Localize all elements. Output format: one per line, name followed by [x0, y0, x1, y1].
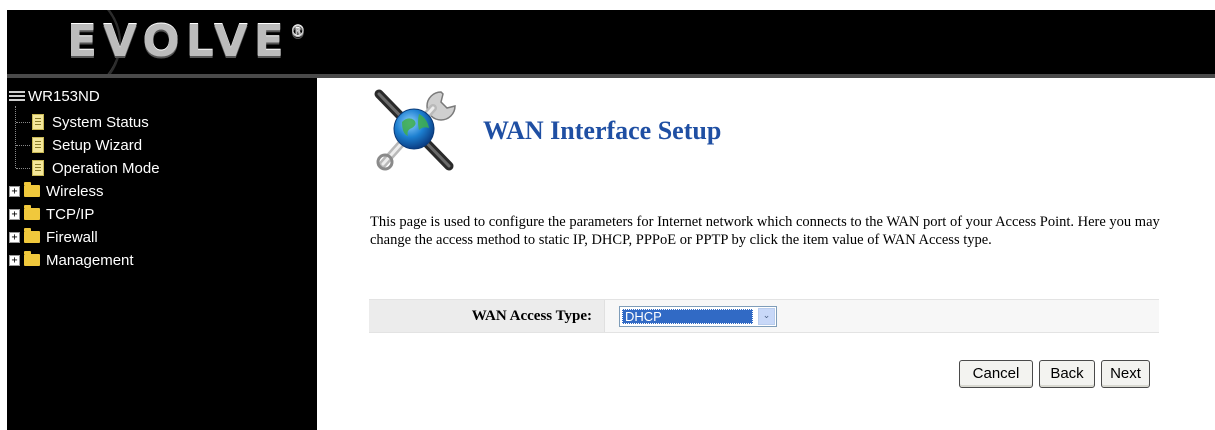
wan-access-type-label: WAN Access Type:	[471, 308, 592, 324]
main-content: WAN Interface Setup This page is used to…	[317, 78, 1215, 430]
expand-plus-icon[interactable]: +	[9, 185, 20, 197]
expand-plus-icon[interactable]: +	[9, 208, 20, 220]
top-margin	[0, 0, 1215, 10]
folder-icon	[24, 228, 40, 243]
sidebar-item-label: Wireless	[46, 182, 104, 200]
chevron-down-icon[interactable]: ⌄	[758, 308, 775, 325]
folder-icon	[24, 182, 40, 197]
tree-root-label: WR153ND	[28, 87, 100, 105]
wan-access-type-selected-value: DHCP	[622, 309, 753, 324]
cancel-button[interactable]: Cancel	[959, 360, 1033, 388]
expand-plus-icon[interactable]: +	[9, 254, 20, 266]
sidebar-item-tcpip[interactable]: + TCP/IP	[9, 204, 94, 224]
page-icon	[32, 160, 44, 176]
wan-access-type-select[interactable]: DHCP ⌄	[619, 306, 777, 327]
sidebar-item-management[interactable]: + Management	[9, 250, 134, 270]
header-banner: EVOLVE®	[7, 10, 1215, 74]
page-description: This page is used to configure the param…	[370, 214, 1160, 248]
expand-plus-icon[interactable]: +	[9, 231, 20, 243]
tree-connector	[16, 121, 30, 123]
page-title: WAN Interface Setup	[483, 116, 722, 145]
tree-root-wr153nd[interactable]: WR153ND	[9, 86, 100, 106]
sidebar-item-setup-wizard[interactable]: Setup Wizard	[16, 135, 142, 155]
sidebar-item-system-status[interactable]: System Status	[16, 112, 149, 132]
sidebar-item-label: TCP/IP	[46, 205, 95, 223]
wan-access-type-row: WAN Access Type: DHCP ⌄	[369, 299, 1159, 333]
sidebar-item-label: Firewall	[46, 228, 98, 246]
sidebar-item-label: Operation Mode	[52, 159, 160, 177]
sidebar-item-label: Management	[46, 251, 134, 269]
wrench-screwdriver-globe-icon	[374, 89, 456, 171]
registered-mark: ®	[289, 22, 306, 41]
folder-icon	[24, 205, 40, 220]
page-icon	[32, 137, 44, 153]
page-icon	[32, 114, 44, 130]
router-icon	[9, 90, 25, 102]
evolve-logo: EVOLVE®	[67, 16, 306, 67]
next-button[interactable]: Next	[1101, 360, 1150, 388]
folder-icon	[24, 251, 40, 266]
tree-connector	[16, 167, 30, 169]
sidebar-item-firewall[interactable]: + Firewall	[9, 227, 98, 247]
tree-connector	[16, 144, 30, 146]
logo-text: EVOLVE	[67, 16, 290, 67]
sidebar-tree: WR153ND System Status Setup Wizard Opera…	[7, 78, 317, 430]
sidebar-item-label: Setup Wizard	[52, 136, 143, 154]
sidebar-item-label: System Status	[52, 113, 149, 131]
sidebar-item-wireless[interactable]: + Wireless	[9, 181, 104, 201]
sidebar-item-operation-mode[interactable]: Operation Mode	[16, 158, 160, 178]
wan-access-type-label-cell: WAN Access Type:	[369, 300, 605, 332]
back-button[interactable]: Back	[1039, 360, 1095, 388]
